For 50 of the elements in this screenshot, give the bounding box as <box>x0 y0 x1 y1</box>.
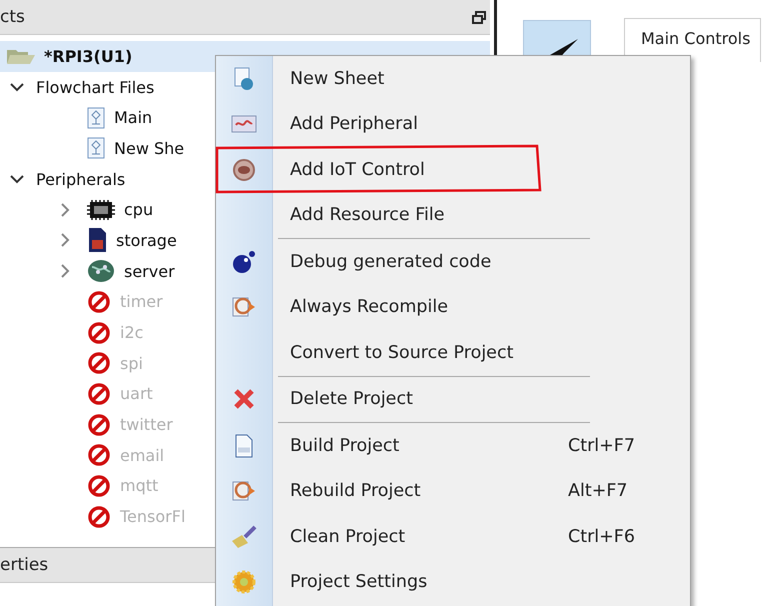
panel-title: cts <box>0 7 25 27</box>
tree-item[interactable]: cpu <box>124 200 154 220</box>
board-icon <box>231 113 257 136</box>
menu-item[interactable]: Project Settings <box>216 560 690 605</box>
menu-item[interactable]: Add Peripheral <box>216 102 690 147</box>
tree-item[interactable]: Main <box>114 108 152 128</box>
menu-item[interactable]: Clean Project Ctrl+F6 <box>216 514 690 560</box>
recompile-icon <box>231 479 257 504</box>
debug-icon <box>231 250 257 274</box>
tree-item[interactable]: storage <box>116 230 177 250</box>
tree-item[interactable]: *RPI3(U1) <box>44 46 132 66</box>
menu-item[interactable]: Add IoT Control <box>216 147 690 192</box>
delete-icon <box>233 388 255 410</box>
disabled-icon <box>86 320 112 345</box>
chevron-down-icon[interactable] <box>10 174 24 184</box>
disabled-icon <box>86 443 112 468</box>
menu-item[interactable]: Delete Project <box>216 376 690 422</box>
disabled-icon <box>86 351 112 376</box>
tree-item[interactable]: Peripherals <box>36 170 126 189</box>
tree-item[interactable]: server <box>124 262 175 281</box>
disabled-icon <box>86 474 112 498</box>
disabled-icon <box>86 290 112 314</box>
menu-item[interactable]: Add Resource File <box>216 192 690 238</box>
globe-icon <box>86 259 116 284</box>
chevron-right-icon[interactable] <box>60 202 70 217</box>
tree-item[interactable]: New She <box>114 138 184 158</box>
disabled-icon <box>86 412 112 437</box>
menu-item[interactable]: Build Project Ctrl+F7 <box>216 423 690 468</box>
chevron-right-icon[interactable] <box>60 264 70 278</box>
disabled-icon <box>86 382 112 406</box>
flowchart-file-icon <box>86 106 106 129</box>
chevron-down-icon[interactable] <box>10 82 24 92</box>
folder-icon <box>6 47 36 66</box>
chip-icon <box>86 198 116 221</box>
menu-item[interactable]: Always Recompile <box>216 284 690 330</box>
binary-file-icon <box>233 434 255 458</box>
brush-icon <box>230 524 258 549</box>
restore-icon[interactable] <box>472 10 486 24</box>
menu-item[interactable]: Convert to Source Project <box>216 330 690 376</box>
panel-title: erties <box>0 555 48 575</box>
recompile-icon <box>231 295 257 320</box>
memory-card-icon <box>86 227 108 254</box>
sheet-icon <box>233 66 255 91</box>
disabled-icon <box>86 504 112 529</box>
tree-item[interactable]: Flowchart Files <box>36 78 154 97</box>
chevron-right-icon[interactable] <box>60 233 70 248</box>
menu-item[interactable]: Debug generated code <box>216 239 690 284</box>
menu-item[interactable]: Rebuild Project Alt+F7 <box>216 468 690 514</box>
gear-icon <box>232 570 256 594</box>
flowchart-file-icon <box>86 137 106 160</box>
